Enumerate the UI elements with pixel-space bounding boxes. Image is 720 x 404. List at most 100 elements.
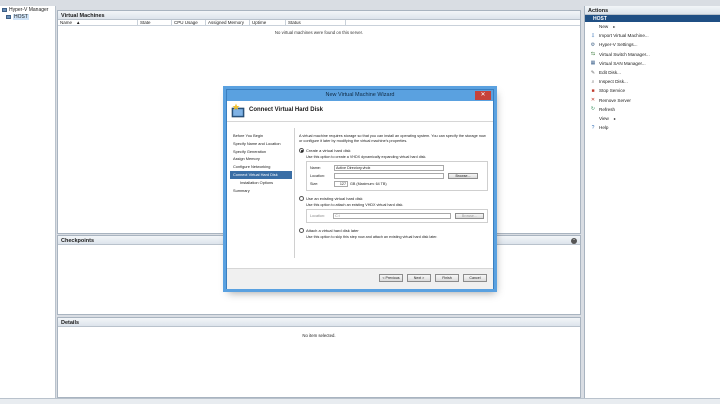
- action-label: Refresh: [599, 106, 616, 112]
- disk-location-field[interactable]: [334, 173, 444, 180]
- create-disk-fields: Name: Active Directory.vhdx Location: Br…: [306, 161, 488, 192]
- wizard-step-before-you-begin[interactable]: Before You Begin: [230, 132, 292, 140]
- location-label: Location:: [310, 174, 325, 179]
- wizard-title: New Virtual Machine Wizard: [227, 90, 493, 101]
- action-view[interactable]: View: [585, 114, 720, 123]
- option-attach-later[interactable]: Attach a virtual hard disk later: [299, 228, 489, 234]
- refresh-icon: ↻: [590, 106, 596, 113]
- wizard-step-connect-virtual-hard-disk[interactable]: Connect Virtual Hard Disk: [230, 170, 292, 179]
- finish-button[interactable]: Finish: [435, 274, 459, 282]
- column-header-cpu[interactable]: CPU Usage: [172, 20, 206, 25]
- details-pane: Details No item selected.: [57, 317, 581, 398]
- disk-name-field[interactable]: Active Directory.vhdx: [334, 165, 444, 172]
- location2-label: Location:: [310, 214, 325, 219]
- previous-button[interactable]: < Previous: [379, 274, 403, 282]
- actions-title: Actions: [585, 6, 720, 15]
- vm-empty-message: No virtual machines were found on this s…: [274, 30, 364, 35]
- stop-icon: ■: [591, 87, 595, 94]
- browse-existing-button[interactable]: Browse...: [454, 213, 484, 220]
- option-existing-disk[interactable]: Use an existing virtual hard disk: [299, 196, 489, 202]
- action-edit-disk[interactable]: ✎ Edit Disk...: [585, 68, 720, 77]
- action-hyper-v-settings[interactable]: ⚙ Hyper-V Settings...: [585, 40, 720, 49]
- option-create-disk[interactable]: Create a virtual hard disk: [299, 148, 489, 154]
- actions-group-host[interactable]: HOST: [585, 15, 720, 22]
- column-header-uptime[interactable]: Uptime: [250, 20, 286, 25]
- next-button[interactable]: Next >: [407, 274, 431, 282]
- intro-text: A virtual machine requires storage so th…: [299, 134, 486, 144]
- column-header-name[interactable]: Name ▲: [58, 20, 138, 25]
- vm-column-headers: Name ▲ State CPU Usage Assigned Memory Up…: [58, 20, 580, 26]
- action-label: Stop Service: [599, 88, 626, 94]
- action-inspect-disk[interactable]: ⌕ Inspect Disk...: [585, 77, 720, 86]
- column-header-status[interactable]: Status: [286, 20, 346, 25]
- inspect-disk-icon: ⌕: [591, 78, 595, 85]
- wizard-step-summary[interactable]: Summary: [230, 187, 292, 195]
- settings-icon: ⚙: [590, 41, 596, 48]
- wizard-steps-list: Before You Begin Specify Name and Locatio…: [230, 132, 292, 194]
- wizard-step-installation-options[interactable]: Installation Options: [230, 179, 292, 187]
- radio-create-disk[interactable]: [299, 148, 304, 154]
- action-remove-server[interactable]: ✕ Remove Server: [585, 96, 720, 105]
- radio-attach-later[interactable]: [299, 228, 304, 234]
- existing-location-field[interactable]: C:\: [333, 213, 451, 220]
- action-label: Virtual SAN Manager...: [599, 60, 646, 66]
- radio-existing-disk[interactable]: [299, 196, 304, 202]
- action-import-virtual-machine[interactable]: ⇩ Import Virtual Machine...: [585, 31, 720, 40]
- action-virtual-switch-manager[interactable]: ⇆ Virtual Switch Manager...: [585, 50, 720, 59]
- tree-item-host[interactable]: HOST: [0, 13, 55, 20]
- action-label: Inspect Disk...: [599, 79, 628, 85]
- details-title: Details: [58, 318, 580, 327]
- tree-host-label: HOST: [13, 13, 29, 20]
- switch-icon: ⇆: [590, 51, 596, 58]
- server-icon: [6, 14, 11, 19]
- wizard-content: A virtual machine requires storage so th…: [299, 134, 489, 239]
- blank-icon: [590, 115, 596, 121]
- action-label: Virtual Switch Manager...: [599, 51, 650, 57]
- wizard-footer: < Previous Next > Finish Cancel: [227, 268, 493, 289]
- wizard-banner: Connect Virtual Hard Disk: [227, 101, 493, 122]
- column-header-memory[interactable]: Assigned Memory: [206, 20, 250, 25]
- blank-icon: [590, 24, 596, 30]
- actions-pane: Actions HOST New⇩Import Virtual Machine.…: [584, 6, 720, 398]
- cancel-button[interactable]: Cancel: [463, 274, 487, 282]
- wizard-step-specify-generation[interactable]: Specify Generation: [230, 148, 292, 156]
- browse-location-button[interactable]: Browse...: [448, 173, 478, 180]
- steps-divider: [294, 128, 295, 258]
- action-refresh[interactable]: ↻ Refresh: [585, 105, 720, 114]
- collapse-icon[interactable]: ⌃: [571, 238, 577, 244]
- option-later-desc: Use this option to skip this step now an…: [306, 235, 438, 240]
- action-label: Remove Server: [599, 97, 631, 103]
- virtual-machines-title: Virtual Machines: [58, 11, 580, 20]
- size-unit-text: GB (Maximum: 64 TB): [350, 182, 387, 187]
- action-virtual-san-manager[interactable]: ▦ Virtual SAN Manager...: [585, 59, 720, 68]
- existing-disk-fields: Location: C:\ Browse...: [306, 209, 488, 224]
- tree-root-label: Hyper-V Manager: [9, 6, 49, 13]
- action-label: View: [599, 115, 609, 121]
- wizard-step-specify-name-and-location[interactable]: Specify Name and Location: [230, 140, 292, 148]
- sort-arrow-icon: ▲: [76, 20, 81, 25]
- size-label: Size:: [310, 182, 319, 187]
- action-label: Help: [599, 125, 609, 131]
- tree-item-hyperv-manager[interactable]: Hyper-V Manager: [0, 6, 55, 13]
- remove-icon: ✕: [590, 97, 596, 104]
- hyperv-manager-icon: [2, 7, 7, 12]
- option-existing-desc: Use this option to attach an existing VH…: [306, 203, 404, 208]
- monitor-star-icon: [231, 103, 245, 118]
- new-vm-wizard-dialog: New Virtual Machine Wizard ✕ Connect Vir…: [226, 89, 494, 289]
- wizard-body: Before You Begin Specify Name and Locatio…: [227, 122, 493, 289]
- action-label: Import Virtual Machine...: [599, 33, 649, 39]
- edit-disk-icon: ✎: [590, 69, 596, 76]
- wizard-step-assign-memory[interactable]: Assign Memory: [230, 155, 292, 163]
- action-new[interactable]: New: [585, 22, 720, 31]
- wizard-step-configure-networking[interactable]: Configure Networking: [230, 163, 292, 171]
- disk-size-field[interactable]: 127: [334, 181, 348, 188]
- status-bar: [0, 398, 720, 404]
- action-label: New: [599, 24, 609, 30]
- details-empty-message: No item selected.: [302, 333, 336, 338]
- action-help[interactable]: ? Help: [585, 123, 720, 132]
- close-button[interactable]: ✕: [475, 91, 491, 100]
- action-stop-service[interactable]: ■ Stop Service: [585, 86, 720, 95]
- san-icon: ▦: [590, 60, 596, 67]
- column-header-state[interactable]: State: [138, 20, 172, 25]
- wizard-page-heading: Connect Virtual Hard Disk: [249, 107, 323, 113]
